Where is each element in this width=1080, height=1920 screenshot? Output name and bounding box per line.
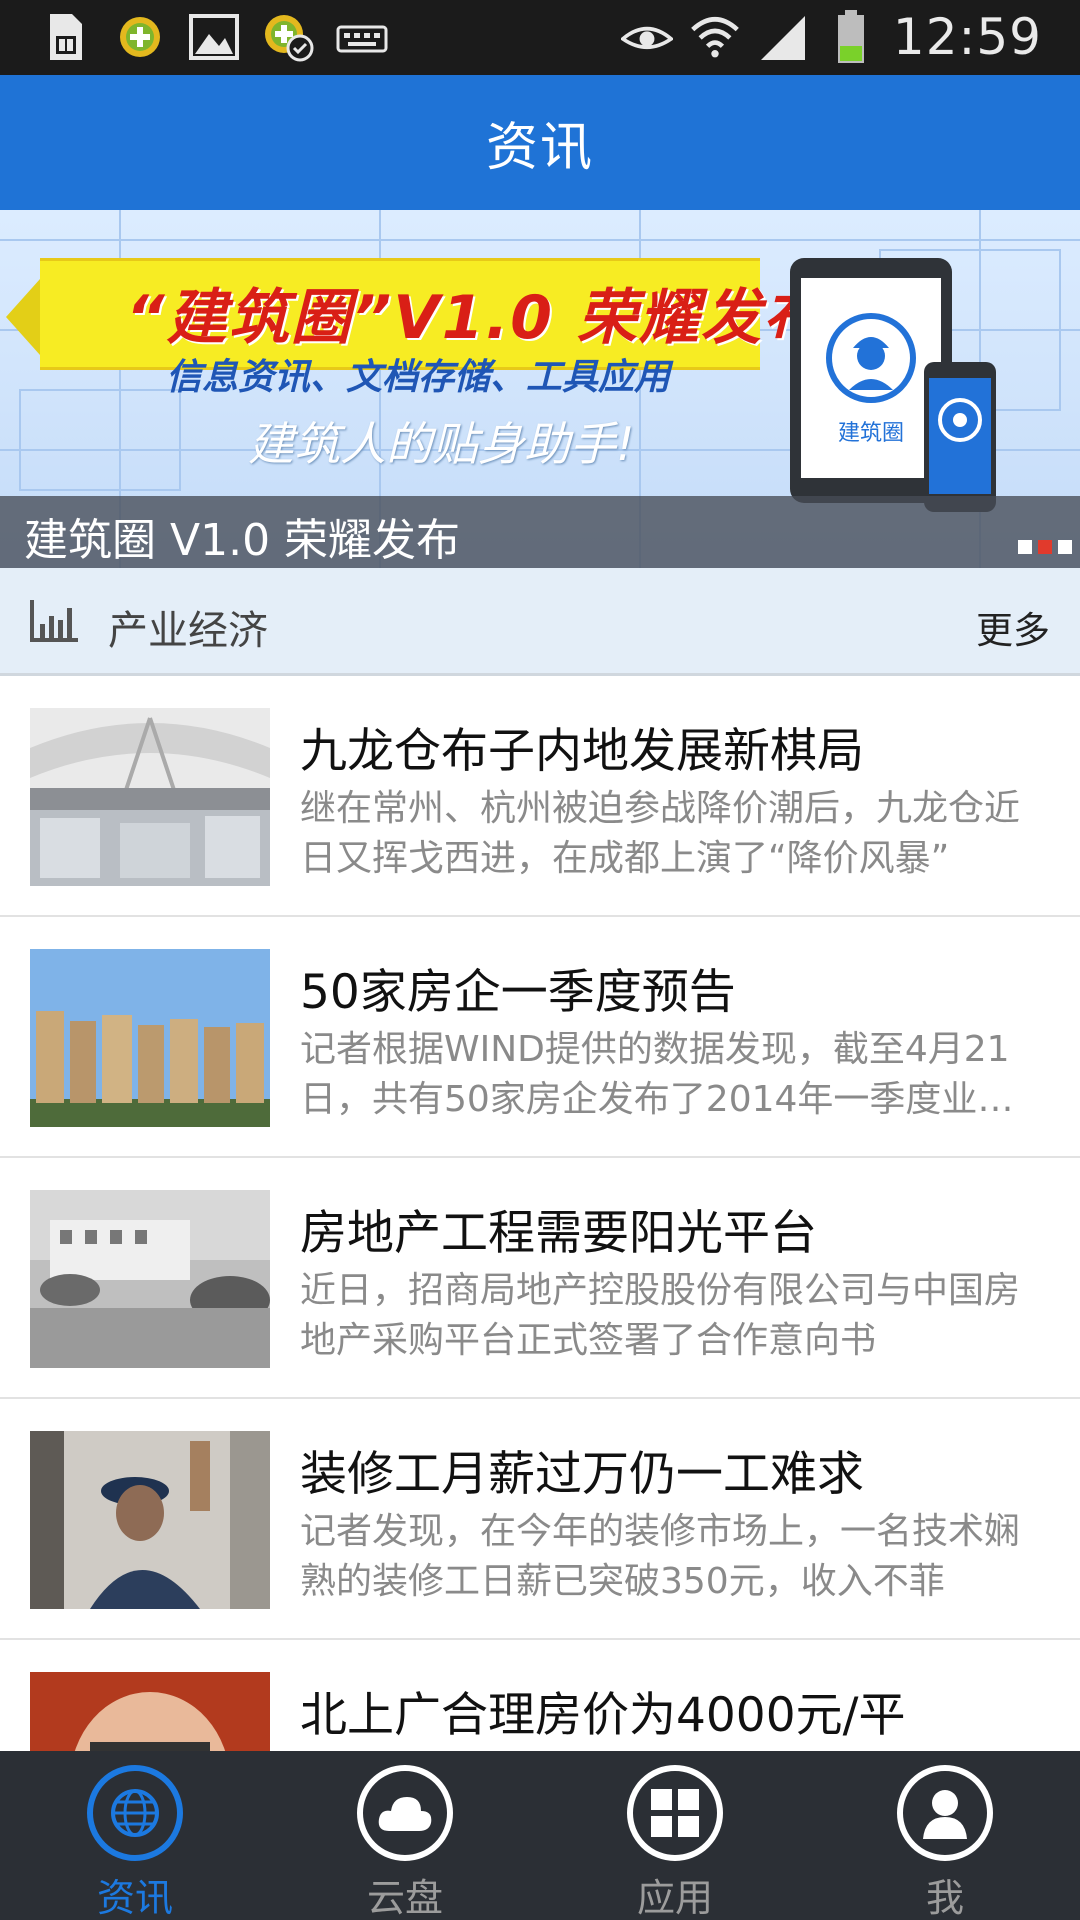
keyboard-icon (336, 12, 388, 62)
news-item[interactable]: 50家房企一季度预告 记者根据WIND提供的数据发现，截至4月21日，共有50家… (0, 917, 1080, 1158)
news-title: 50家房企一季度预告 (300, 965, 736, 1020)
news-summary: 近日，招商局地产控股股份有限公司与中国房地产采购平台正式签署了合作意向书 (300, 1270, 1021, 1361)
nav-item-cloud[interactable]: 云盘 (270, 1751, 540, 1920)
nav-label: 云盘 (366, 1876, 443, 1920)
phone-illustration (924, 362, 996, 512)
wifi-icon (689, 12, 741, 62)
news-thumbnail (30, 1431, 270, 1609)
news-title: 九龙仓布子内地发展新棋局 (300, 724, 864, 779)
banner-carousel[interactable]: “建筑圈”V1.0 荣耀发布! 信息资讯、文档存储、工具应用 建筑人的贴身助手!… (0, 210, 1080, 568)
status-icons-right: 12:59 (620, 8, 1042, 66)
carousel-dot[interactable] (1058, 540, 1072, 554)
section-header: 产业经济 更多 (0, 568, 1080, 676)
news-thumbnail (30, 949, 270, 1127)
sim-card-icon (40, 12, 92, 62)
news-list[interactable]: 九龙仓布子内地发展新棋局 继在常州、杭州被迫参战降价潮后，九龙仓近日又挥戈西进，… (0, 676, 1080, 1751)
news-thumbnail (30, 1672, 270, 1751)
eye-icon (620, 12, 673, 62)
nav-item-apps[interactable]: 应用 (540, 1751, 810, 1920)
phone-logo-icon (938, 398, 982, 442)
banner-caption-bar: 建筑圈 V1.0 荣耀发布 (0, 496, 1080, 568)
news-item[interactable]: 北上广合理房价为4000元/平 (0, 1640, 1080, 1751)
clock: 12:59 (892, 8, 1042, 66)
cloud-icon (357, 1765, 453, 1861)
news-summary: 记者根据WIND提供的数据发现，截至4月21日，共有50家房企发布了2014年一… (300, 1029, 1014, 1120)
banner-caption[interactable]: 建筑圈 V1.0 荣耀发布 (24, 504, 460, 568)
news-summary: 记者发现，在今年的装修市场上，一名技术娴熟的装修工日薪已突破350元，收入不菲 (300, 1511, 1021, 1602)
news-summary: 继在常州、杭州被迫参战降价潮后，九龙仓近日又挥戈西进，在成都上演了“降价风暴” (300, 788, 1021, 879)
banner-slogan: 建筑人的贴身助手! (248, 417, 635, 471)
battery-icon (825, 10, 877, 63)
app-logo-icon: 建筑圈 (826, 313, 916, 446)
news-item[interactable]: 装修工月薪过万仍一工难求 记者发现，在今年的装修市场上，一名技术娴熟的装修工日薪… (0, 1399, 1080, 1640)
page-title: 资讯 (485, 118, 594, 178)
carousel-dot-active[interactable] (1038, 540, 1052, 554)
nav-item-me[interactable]: 我 (810, 1751, 1080, 1920)
section-title: 产业经济 (108, 608, 268, 654)
status-icons-left (40, 12, 388, 62)
nav-label: 我 (925, 1876, 964, 1920)
news-title: 房地产工程需要阳光平台 (300, 1206, 817, 1261)
grid-icon (627, 1765, 723, 1861)
user-icon (897, 1765, 993, 1861)
banner-subline: 信息资讯、文档存储、工具应用 (166, 357, 671, 398)
news-thumbnail (30, 1190, 270, 1368)
news-title: 装修工月薪过万仍一工难求 (300, 1447, 864, 1502)
app-bar: 资讯 (0, 75, 1080, 210)
nav-item-news[interactable]: 资讯 (0, 1751, 270, 1920)
carousel-dot[interactable] (1018, 540, 1032, 554)
bottom-nav: 资讯 云盘 应用 我 (0, 1751, 1080, 1920)
news-thumbnail (30, 708, 270, 886)
news-item[interactable]: 九龙仓布子内地发展新棋局 继在常州、杭州被迫参战降价潮后，九龙仓近日又挥戈西进，… (0, 676, 1080, 917)
plus-badge-icon (114, 12, 166, 62)
more-link[interactable]: 更多 (976, 600, 1050, 654)
nav-label: 应用 (636, 1876, 713, 1920)
news-title: 北上广合理房价为4000元/平 (300, 1688, 906, 1743)
device-label: 建筑圈 (838, 421, 904, 446)
globe-icon (87, 1765, 183, 1861)
image-icon (188, 12, 240, 62)
bar-chart-icon (30, 600, 78, 642)
carousel-indicator (1018, 540, 1072, 554)
security-check-icon (262, 12, 314, 62)
status-bar: 12:59 (0, 0, 1080, 75)
news-item[interactable]: 房地产工程需要阳光平台 近日，招商局地产控股股份有限公司与中国房地产采购平台正式… (0, 1158, 1080, 1399)
banner-headline: “建筑圈”V1.0 荣耀发布! (126, 283, 855, 353)
nav-label: 资讯 (96, 1876, 173, 1920)
signal-icon (757, 12, 809, 62)
